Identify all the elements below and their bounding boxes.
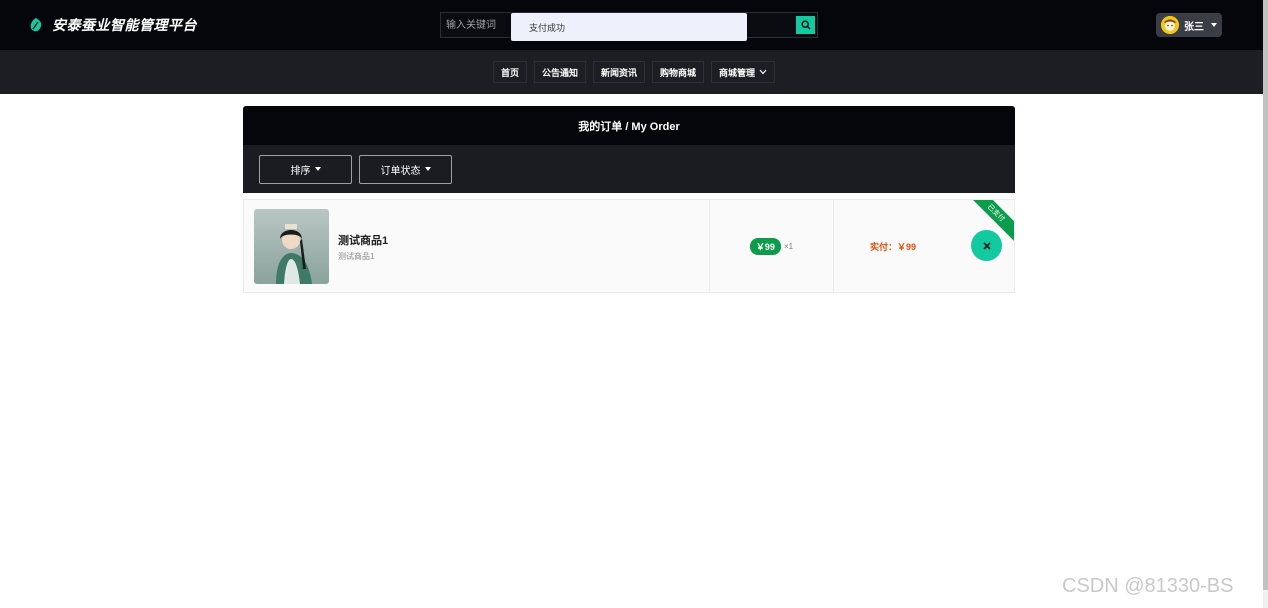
user-name: 张三 [1184,21,1204,33]
chevron-down-icon [1211,23,1217,27]
orders-panel: 我的订单 / My Order 排序 订单状态 [243,106,1015,193]
status-filter-label: 订单状态 [380,165,421,177]
user-menu[interactable]: 张三 [1156,13,1222,37]
quantity: ×1 [783,241,794,251]
nav-item-home[interactable]: 首页 [492,61,527,83]
chevron-down-icon [759,69,767,75]
order-payment-cell: 实付：￥99 已支付 [834,200,1014,292]
delete-order-button[interactable] [971,230,1002,261]
product-name[interactable]: 测试商品1 [338,232,388,248]
order-row: 测试商品1 测试商品1 ￥99 ×1 实付：￥99 已支付 [243,199,1015,293]
scrollbar[interactable] [1263,0,1268,608]
sort-button[interactable]: 排序 [259,154,352,184]
close-icon [982,241,991,250]
nav-item-notices[interactable]: 公告通知 [533,61,586,83]
status-filter-button[interactable]: 订单状态 [359,154,452,184]
nav-item-shop[interactable]: 购物商城 [652,61,705,83]
panel-header: 我的订单 / My Order [243,106,1015,145]
brand[interactable]: 安泰蚕业智能管理平台 [28,15,197,35]
nav-item-label: 新闻资讯 [600,67,637,78]
search-button[interactable] [796,16,815,34]
main-nav: 首页 公告通知 新闻资讯 购物商城 商城管理 [0,50,1268,94]
avatar-face-icon [1161,16,1179,34]
page-title: 我的订单 / My Order [578,120,680,133]
caret-down-icon [314,167,321,171]
watermark: CSDN @81330-BS [1062,575,1234,597]
product-photo-icon [254,209,329,284]
nav-item-news[interactable]: 新闻资讯 [592,61,645,83]
nav-item-label: 购物商城 [660,67,697,78]
search-icon [800,20,810,30]
order-price-cell: ￥99 ×1 [710,200,834,292]
nav-item-label: 商城管理 [719,67,756,78]
toast-message: 支付成功 [529,22,566,33]
caret-down-icon [424,167,431,171]
top-header: 安泰蚕业智能管理平台 支付成功 张三 [0,0,1268,50]
sort-label: 排序 [290,165,311,177]
paid-amount: 实付：￥99 [870,242,917,252]
scrollbar-thumb[interactable] [1263,0,1268,590]
nav-item-label: 公告通知 [541,67,578,78]
product-image[interactable] [254,209,329,284]
price-badge: ￥99 [749,237,781,255]
filter-bar: 排序 订单状态 [243,145,1015,193]
avatar [1161,16,1179,34]
success-toast: 支付成功 [511,13,747,41]
product-description: 测试商品1 [338,252,375,261]
order-product-cell: 测试商品1 测试商品1 [244,200,710,292]
nav-item-label: 首页 [500,67,519,78]
leaf-logo-icon [30,18,42,32]
nav-item-shop-manage[interactable]: 商城管理 [711,61,776,83]
brand-title: 安泰蚕业智能管理平台 [52,17,197,33]
status-ribbon-label: 已支付 [985,203,1006,224]
